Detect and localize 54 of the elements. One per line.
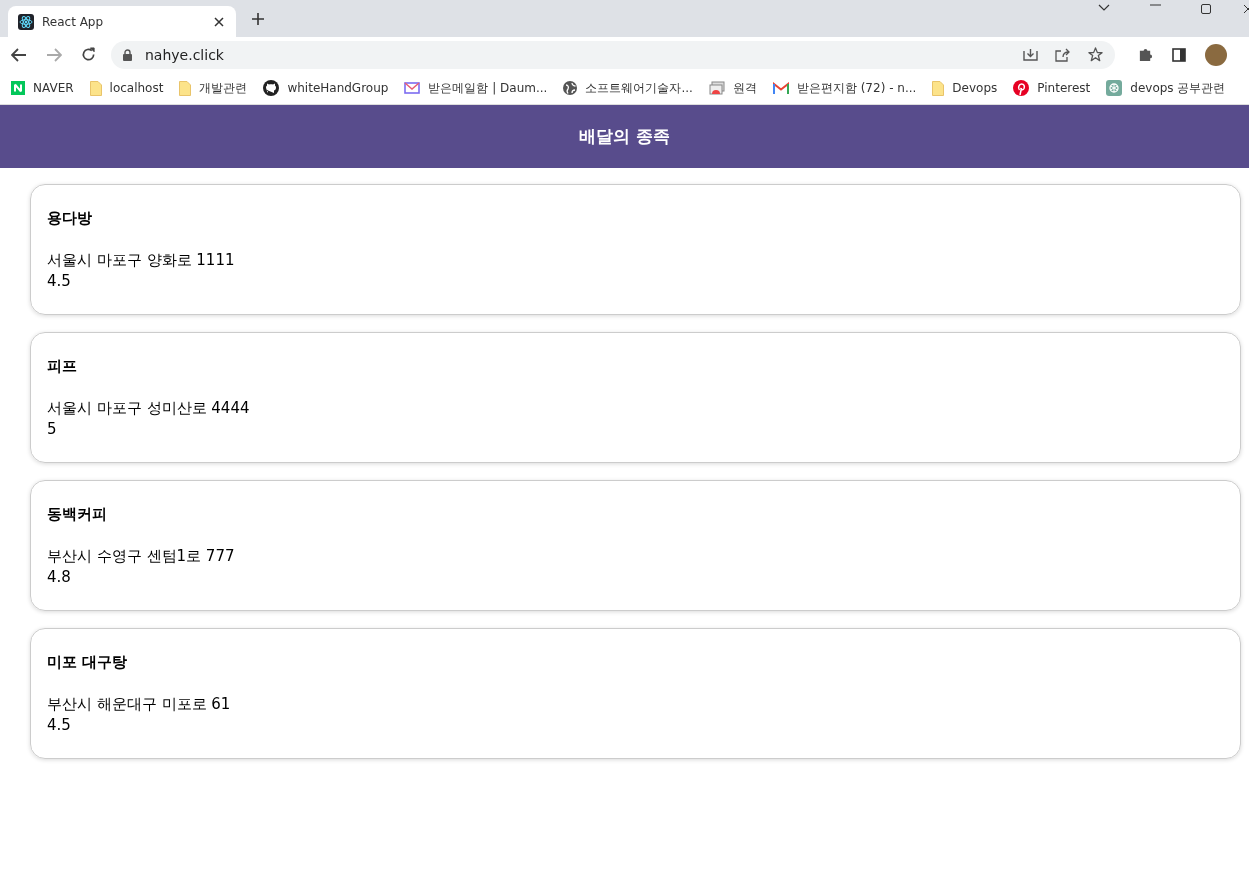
store-rating: 4.8 — [47, 567, 72, 588]
folder-icon — [932, 80, 945, 96]
n-logo-icon — [11, 81, 25, 95]
knot-logo-icon — [1106, 80, 1123, 96]
bookmark[interactable]: 소프트웨어기술자... — [563, 79, 693, 97]
close-window-icon[interactable] — [1243, 4, 1249, 14]
p-logo-icon — [1013, 80, 1030, 96]
store-name: 피프 — [47, 357, 78, 376]
side-panel-icon[interactable] — [1172, 47, 1186, 62]
folder-icon — [179, 80, 192, 96]
url-text: nahye.click — [145, 46, 224, 63]
profile-avatar[interactable] — [1205, 43, 1227, 66]
close-icon[interactable] — [214, 16, 224, 27]
store-rating: 4.5 — [47, 271, 72, 292]
bookmark[interactable]: 개발관련 — [179, 79, 248, 97]
star-icon[interactable] — [1088, 47, 1103, 62]
tab-title: React App — [42, 14, 105, 29]
remote-desktop-icon — [708, 81, 725, 95]
bookmark[interactable]: 받은메일함 | Daum... — [404, 79, 548, 97]
envelope-icon — [404, 82, 421, 94]
install-icon[interactable] — [1023, 47, 1038, 62]
globe-icon — [563, 81, 578, 95]
store-rating: 5 — [47, 419, 58, 440]
store-name: 동백커피 — [47, 505, 108, 524]
folder-icon — [89, 80, 102, 96]
browser-tab[interactable]: React App — [8, 6, 236, 37]
bookmark[interactable]: whiteHandGroup — [263, 80, 389, 96]
store-address: 서울시 마포구 양화로 1111 — [47, 250, 236, 271]
bookmark[interactable]: 받은편지함 (72) - n... — [772, 79, 917, 97]
cat-logo-icon — [263, 80, 280, 96]
bookmark[interactable]: NAVER — [11, 81, 74, 95]
store-address: 부산시 해운대구 미포로 61 — [47, 694, 232, 715]
puzzle-icon[interactable] — [1138, 47, 1153, 62]
bookmark[interactable]: Pinterest — [1013, 80, 1091, 96]
lock-icon — [123, 48, 132, 61]
chevron-down-icon[interactable] — [1098, 4, 1110, 12]
store-rating: 4.5 — [47, 715, 72, 736]
atom-icon — [18, 13, 34, 30]
back-arrow-icon[interactable] — [11, 47, 27, 62]
bookmark[interactable]: 원격 — [708, 79, 757, 97]
bookmark[interactable]: localhost — [89, 80, 164, 96]
app-title: 배달의 종족 — [579, 125, 670, 148]
store-name: 미포 대구탕 — [47, 653, 129, 672]
store-name: 용다방 — [47, 209, 93, 228]
store-address: 서울시 마포구 성미산로 4444 — [47, 398, 251, 419]
reload-icon[interactable] — [81, 47, 96, 62]
m-logo-icon — [772, 82, 789, 94]
bookmark[interactable]: devops 공부관련 — [1106, 79, 1226, 97]
bookmark[interactable]: Devops — [932, 80, 998, 96]
new-tab-icon[interactable] — [251, 12, 265, 26]
share-icon[interactable] — [1055, 47, 1071, 62]
address-bar[interactable]: nahye.click — [111, 40, 1115, 69]
maximize-icon[interactable] — [1201, 4, 1211, 14]
store-address: 부산시 수영구 센텀1로 777 — [47, 546, 236, 567]
